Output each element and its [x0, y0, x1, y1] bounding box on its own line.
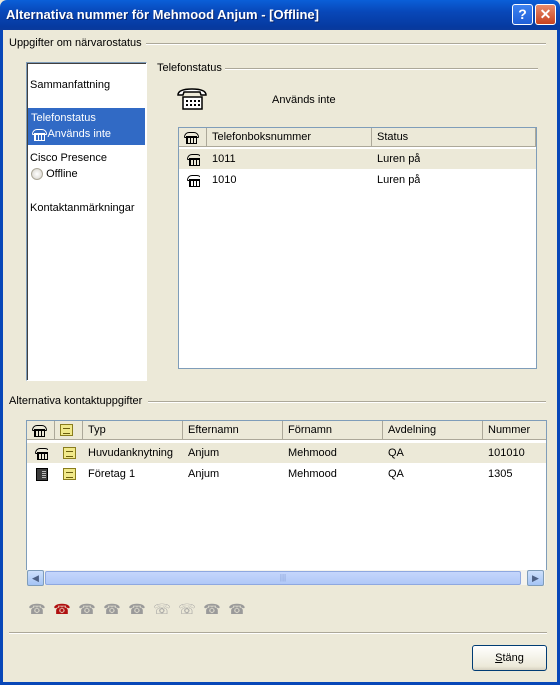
- type-cell: Företag 1: [88, 468, 136, 480]
- table-row[interactable]: 1010 Luren på: [179, 170, 536, 190]
- presence-status-label: Offline: [46, 168, 78, 180]
- voicemail-icon[interactable]: ☎: [128, 600, 146, 618]
- close-button[interactable]: Stäng: [472, 645, 547, 671]
- edit-icon[interactable]: ☎: [228, 600, 246, 618]
- phone-status-group-label: Telefonstatus: [157, 62, 222, 74]
- phone-status-divider: [225, 68, 538, 70]
- nav-item-presence-status: Offline: [31, 168, 78, 181]
- table-row[interactable]: 1011 Luren på: [179, 149, 536, 169]
- desk-phone-icon: [36, 467, 48, 481]
- nav-panel: Sammanfattning Telefonstatus Används int…: [26, 62, 147, 381]
- note-icon: [60, 424, 73, 437]
- phone-icon: [35, 448, 48, 461]
- phone-icon: [187, 154, 200, 167]
- conference-icon[interactable]: ☎: [103, 600, 121, 618]
- nav-item-contact-notes[interactable]: Kontaktanmärkningar: [30, 202, 135, 214]
- first-name-cell: Mehmood: [288, 447, 337, 459]
- alt-contact-header: Typ Efternamn Förnamn Avdelning Nummer: [27, 421, 546, 440]
- first-name-cell: Mehmood: [288, 468, 337, 480]
- title-bar: Alternativa nummer för Mehmood Anjum - […: [0, 0, 560, 30]
- offline-status-icon: [31, 168, 43, 181]
- scroll-left-button[interactable]: ◀: [27, 570, 44, 586]
- type-cell: Huvudanknytning: [88, 447, 174, 459]
- department-cell: QA: [388, 468, 404, 480]
- phone-icon: [184, 132, 199, 145]
- table-row[interactable]: Företag 1 Anjum Mehmood QA 1305: [27, 464, 546, 484]
- column-header-type[interactable]: Typ: [83, 421, 183, 440]
- close-button-label: täng: [502, 652, 524, 664]
- phone-numbers-header: Telefonboksnummer Status: [179, 128, 536, 147]
- department-cell: QA: [388, 447, 404, 459]
- alt-contact-divider: [148, 401, 546, 403]
- phone-number-cell: 1010: [212, 174, 237, 186]
- phone-status-cell: Luren på: [377, 153, 421, 165]
- window-title: Alternativa nummer för Mehmood Anjum - […: [6, 7, 319, 22]
- scroll-thumb[interactable]: |||: [45, 571, 521, 585]
- help-button[interactable]: ?: [512, 4, 533, 25]
- table-row[interactable]: Huvudanknytning Anjum Mehmood QA 101010: [27, 443, 546, 463]
- number-cell: 1305: [488, 468, 513, 480]
- dial-icon[interactable]: ☎: [53, 600, 71, 618]
- nav-item-summary[interactable]: Sammanfattning: [30, 79, 110, 91]
- presence-group-label: Uppgifter om närvarostatus: [9, 37, 142, 49]
- nav-item-phone-status[interactable]: Telefonstatus Används inte: [28, 108, 145, 145]
- note-icon: [63, 468, 76, 481]
- last-name-cell: Anjum: [188, 447, 220, 459]
- phone-status-text: Används inte: [272, 94, 336, 106]
- nav-item-cisco-presence[interactable]: Cisco Presence: [30, 152, 107, 164]
- close-window-button[interactable]: ✕: [535, 4, 556, 25]
- footer-divider: [9, 632, 547, 634]
- phone-number-cell: 1011: [212, 153, 236, 165]
- phone-status-icon: [177, 88, 207, 110]
- column-header-last-name[interactable]: Efternamn: [183, 421, 283, 440]
- alt-contact-group-label: Alternativa kontaktuppgifter: [9, 395, 143, 407]
- column-header-number[interactable]: Nummer: [483, 421, 546, 440]
- phone-column-header[interactable]: [27, 421, 55, 440]
- phone-status-cell: Luren på: [377, 174, 421, 186]
- phone-numbers-table: Telefonboksnummer Status 1011 Luren på 1…: [178, 127, 537, 369]
- horizontal-scrollbar[interactable]: ◀ ||| ▶: [27, 569, 545, 586]
- phone-column-header[interactable]: [179, 128, 207, 147]
- column-header-status[interactable]: Status: [372, 128, 536, 147]
- phone-icon: [32, 129, 47, 142]
- note-icon: [63, 447, 76, 460]
- call-icon[interactable]: ☎: [28, 600, 46, 618]
- nav-item-phone-status-label: Telefonstatus: [31, 112, 96, 124]
- column-header-department[interactable]: Avdelning: [383, 421, 483, 440]
- phone-icon: [187, 175, 200, 188]
- alt-contact-table: Typ Efternamn Förnamn Avdelning Nummer H…: [26, 420, 547, 570]
- nav-item-phone-status-sub: Används inte: [47, 128, 112, 140]
- last-name-cell: Anjum: [188, 468, 220, 480]
- column-header-phonebook-number[interactable]: Telefonboksnummer: [207, 128, 372, 147]
- transfer-icon[interactable]: ☎: [78, 600, 96, 618]
- number-cell: 101010: [488, 447, 525, 459]
- presence-group-divider: [146, 43, 546, 45]
- hangup-icon[interactable]: ☎: [203, 600, 221, 618]
- column-header-first-name[interactable]: Förnamn: [283, 421, 383, 440]
- forward-icon[interactable]: ☏: [178, 600, 196, 618]
- scroll-right-button[interactable]: ▶: [527, 570, 544, 586]
- hold-icon[interactable]: ☏: [153, 600, 171, 618]
- note-column-header[interactable]: [55, 421, 83, 440]
- phone-icon: [32, 425, 47, 438]
